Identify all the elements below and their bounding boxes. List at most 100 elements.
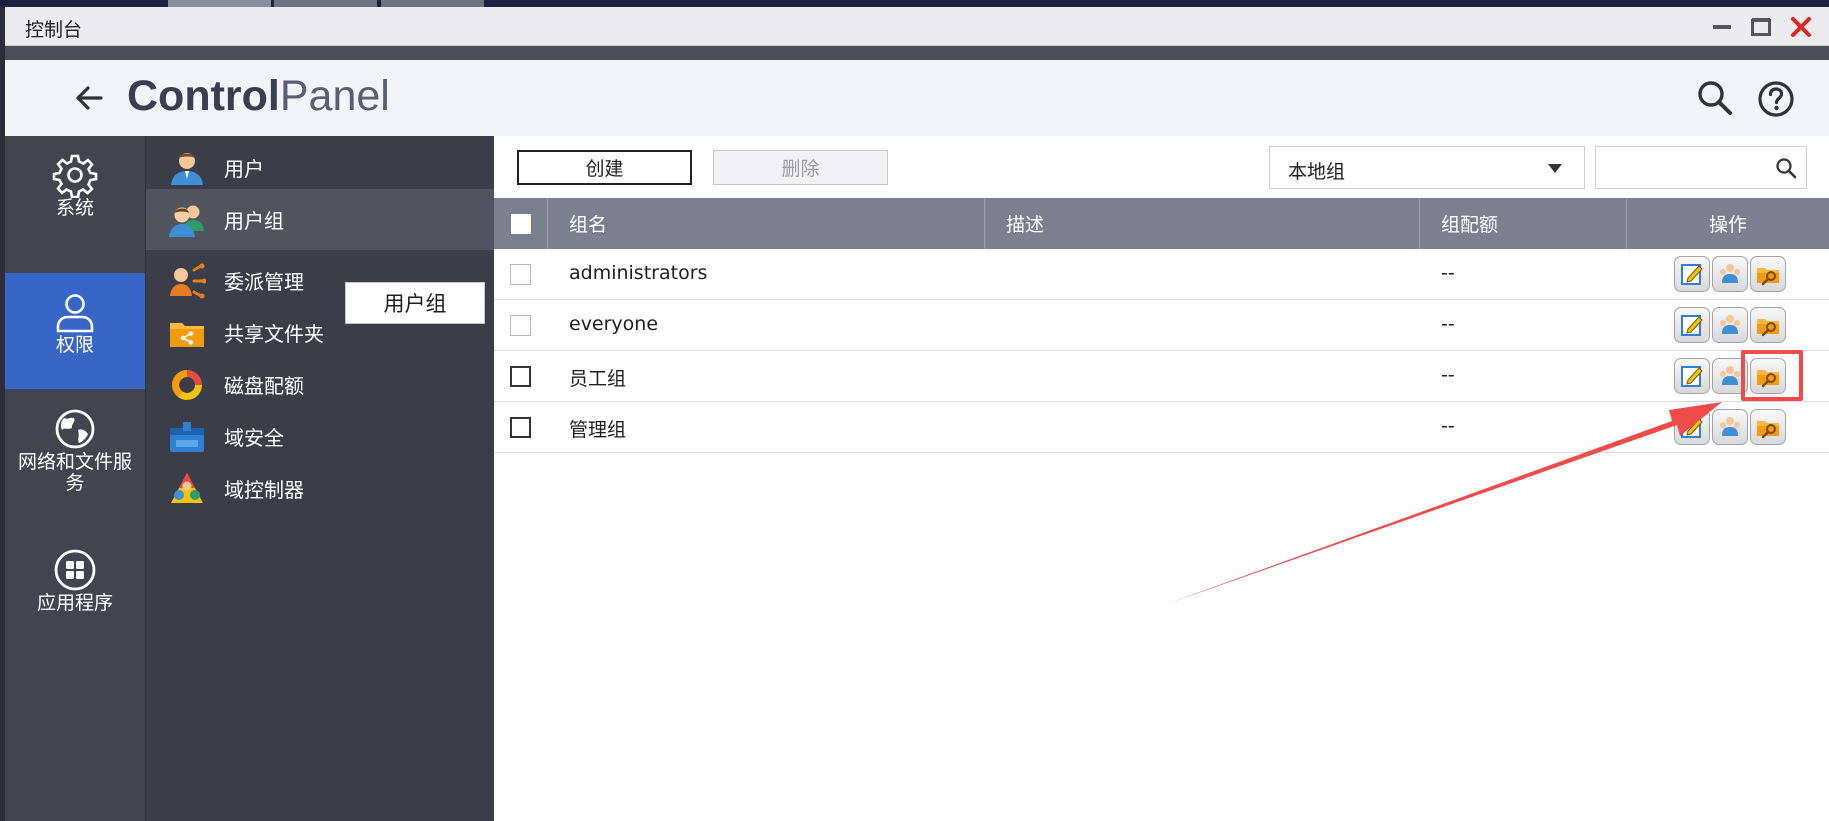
permissions-submenu: 用户 用户组 委派管理 共享文件夹 磁盘配额 域安全 域控制器 bbox=[145, 136, 495, 821]
group-members-icon bbox=[1720, 366, 1740, 385]
rail-item-network[interactable]: 网络和文件服务 bbox=[5, 406, 145, 526]
delegate-icon bbox=[170, 263, 206, 298]
title-separator bbox=[5, 46, 1829, 60]
edit-button[interactable] bbox=[1674, 358, 1710, 394]
rail-item-label: 系统 bbox=[55, 197, 94, 219]
group-quota: -- bbox=[1441, 313, 1455, 335]
folder-permission-icon bbox=[1757, 319, 1779, 337]
folder-permission-button[interactable] bbox=[1750, 358, 1786, 394]
help-icon[interactable] bbox=[1756, 79, 1796, 119]
header-checkbox-cell bbox=[494, 198, 547, 249]
submenu-item-label: 域控制器 bbox=[224, 478, 304, 502]
row-checkbox[interactable] bbox=[510, 315, 531, 336]
brand-bold: Control bbox=[127, 72, 280, 120]
group-members-button[interactable] bbox=[1712, 358, 1748, 394]
edit-button[interactable] bbox=[1674, 307, 1710, 343]
app-header: ControlPanel bbox=[5, 60, 1829, 136]
folder-permission-button[interactable] bbox=[1750, 307, 1786, 343]
submenu-item-label: 用户组 bbox=[224, 209, 284, 233]
submenu-tooltip: 用户组 bbox=[345, 282, 485, 324]
group-type-value: 本地组 bbox=[1288, 161, 1346, 183]
taskbar-tab[interactable] bbox=[168, 0, 271, 7]
apps-grid-icon bbox=[54, 549, 96, 591]
content-panel: 创建 删除 本地组 组名 描述 组配额 操作 administrators --… bbox=[494, 136, 1829, 821]
user-icon bbox=[56, 294, 94, 333]
toolbar: 创建 删除 本地组 bbox=[494, 136, 1829, 198]
table-header: 组名 描述 组配额 操作 bbox=[494, 198, 1829, 249]
maximize-icon bbox=[1751, 18, 1771, 36]
group-name: 管理组 bbox=[569, 419, 627, 441]
row-checkbox[interactable] bbox=[510, 417, 531, 438]
group-members-icon bbox=[1720, 315, 1740, 334]
disk-quota-icon bbox=[172, 369, 202, 400]
rail-item-permissions[interactable]: 权限 bbox=[5, 273, 145, 389]
search-input[interactable] bbox=[1602, 153, 1762, 182]
row-checkbox[interactable] bbox=[510, 366, 531, 387]
group-members-icon bbox=[1720, 417, 1740, 436]
group-members-button[interactable] bbox=[1712, 409, 1748, 445]
submenu-item-label: 用户 bbox=[224, 157, 264, 181]
edit-button[interactable] bbox=[1674, 256, 1710, 292]
window-title-bar: 控制台 bbox=[5, 7, 1829, 46]
group-members-button[interactable] bbox=[1712, 307, 1748, 343]
delete-button[interactable]: 删除 bbox=[713, 150, 888, 185]
category-rail: 系统 权限 网络和文件服务 应用程序 bbox=[5, 136, 145, 821]
column-header-name[interactable]: 组名 bbox=[547, 198, 984, 249]
submenu-item-domain-controller[interactable]: 域控制器 bbox=[146, 458, 495, 519]
rail-item-system[interactable]: 系统 bbox=[5, 152, 145, 252]
edit-icon bbox=[1681, 315, 1703, 336]
minimize-icon bbox=[1713, 25, 1731, 29]
row-checkbox[interactable] bbox=[510, 264, 531, 285]
taskbar-tab[interactable] bbox=[381, 0, 484, 7]
table-row[interactable]: 管理组 -- bbox=[494, 402, 1829, 453]
group-quota: -- bbox=[1441, 262, 1455, 284]
table-row[interactable]: everyone -- bbox=[494, 300, 1829, 351]
rail-item-apps[interactable]: 应用程序 bbox=[5, 547, 145, 647]
group-search-box bbox=[1595, 146, 1807, 189]
group-members-button[interactable] bbox=[1712, 256, 1748, 292]
table-row[interactable]: administrators -- bbox=[494, 249, 1829, 300]
rail-item-label: 网络和文件服务 bbox=[17, 451, 132, 494]
globe-icon bbox=[55, 409, 95, 449]
folder-permission-icon bbox=[1757, 268, 1779, 286]
select-all-checkbox[interactable] bbox=[510, 213, 531, 234]
group-name: 员工组 bbox=[569, 368, 627, 390]
taskbar-strip bbox=[0, 0, 1829, 7]
group-type-select[interactable]: 本地组 bbox=[1269, 146, 1585, 189]
group-quota: -- bbox=[1441, 364, 1455, 386]
search-icon[interactable] bbox=[1695, 78, 1735, 118]
domain-security-icon bbox=[170, 421, 204, 452]
submenu-item-user-groups[interactable]: 用户组 bbox=[146, 189, 495, 250]
create-button[interactable]: 创建 bbox=[517, 150, 692, 185]
submenu-item-label: 共享文件夹 bbox=[224, 322, 324, 346]
rail-item-label: 应用程序 bbox=[36, 592, 113, 614]
user-icon bbox=[171, 152, 203, 185]
brand-title: ControlPanel bbox=[127, 72, 390, 121]
edit-icon bbox=[1681, 366, 1703, 387]
column-header-quota[interactable]: 组配额 bbox=[1419, 198, 1626, 249]
table-row[interactable]: 员工组 -- bbox=[494, 351, 1829, 402]
folder-permission-button[interactable] bbox=[1750, 256, 1786, 292]
group-members-icon bbox=[1720, 264, 1740, 283]
folder-permission-icon bbox=[1757, 370, 1779, 388]
edit-button[interactable] bbox=[1674, 409, 1710, 445]
group-name: everyone bbox=[569, 313, 659, 335]
column-header-actions: 操作 bbox=[1626, 198, 1829, 249]
group-name: administrators bbox=[569, 262, 708, 284]
maximize-button[interactable] bbox=[1747, 13, 1775, 41]
back-arrow-icon[interactable] bbox=[71, 80, 107, 116]
search-icon[interactable] bbox=[1774, 156, 1798, 180]
folder-permission-icon bbox=[1757, 421, 1779, 439]
window-title: 控制台 bbox=[25, 19, 83, 41]
group-quota: -- bbox=[1441, 415, 1455, 437]
minimize-button[interactable] bbox=[1708, 13, 1736, 41]
control-panel-app: 控制台 ControlPanel 系统 权限 网络和文件服务 应用程序 用户 用… bbox=[0, 0, 1829, 821]
rail-item-label: 权限 bbox=[55, 334, 94, 356]
folder-permission-button[interactable] bbox=[1750, 409, 1786, 445]
submenu-item-label: 磁盘配额 bbox=[224, 374, 304, 398]
edit-icon bbox=[1681, 417, 1703, 438]
close-button[interactable] bbox=[1787, 13, 1815, 41]
gear-icon bbox=[52, 154, 98, 198]
taskbar-tab[interactable] bbox=[274, 0, 377, 7]
column-header-description[interactable]: 描述 bbox=[984, 198, 1419, 249]
